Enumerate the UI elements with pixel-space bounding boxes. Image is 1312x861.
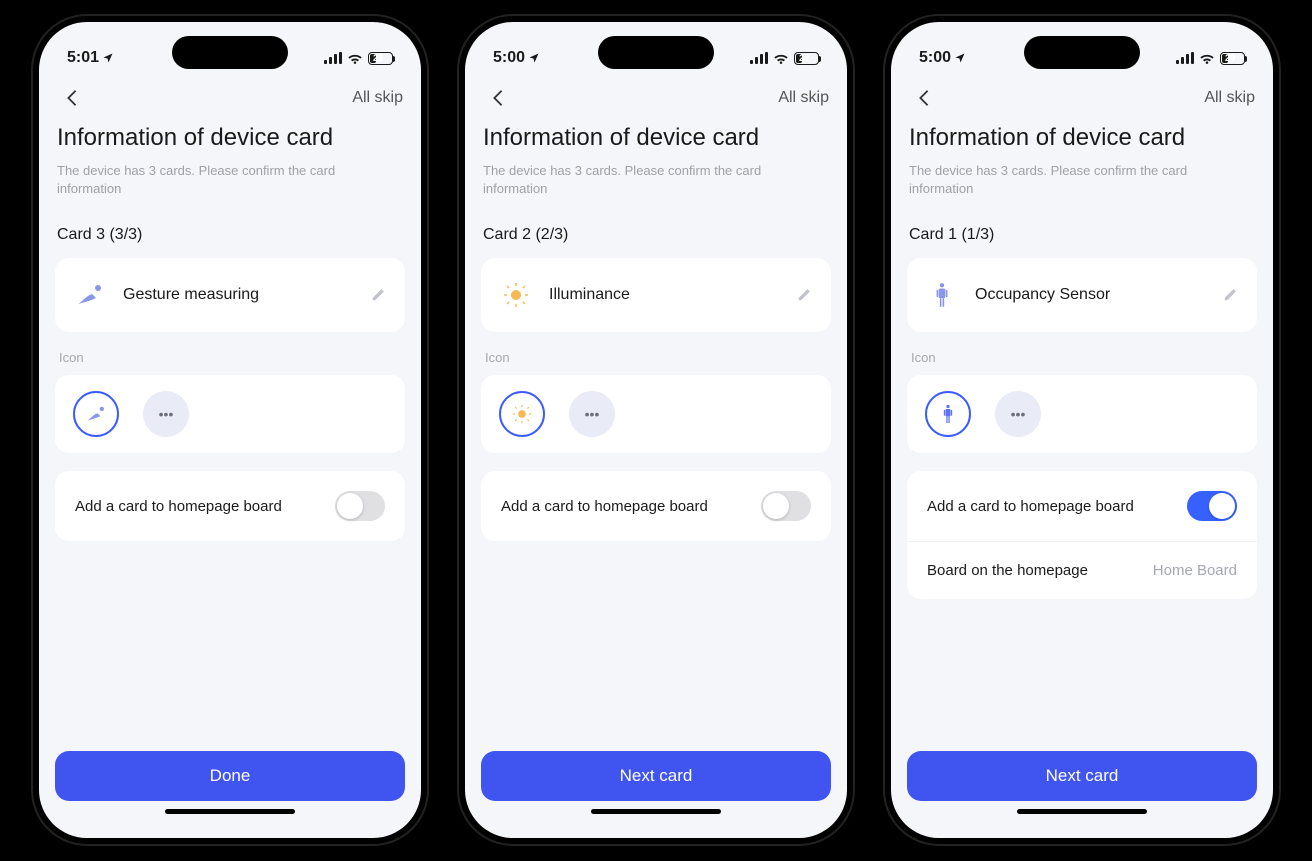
card-number-label: Card 1 (1/3) (907, 226, 1257, 244)
nav-bar: All skip (39, 76, 421, 120)
phone-screen: 5:01 29 All skip (39, 22, 421, 838)
device-name-label: Occupancy Sensor (975, 286, 1215, 304)
device-name-card[interactable]: Gesture measuring (55, 258, 405, 332)
device-name-label: Gesture measuring (123, 286, 363, 304)
card-number-label: Card 3 (3/3) (55, 226, 405, 244)
skip-button[interactable]: All skip (1204, 89, 1255, 107)
status-time: 5:00 (493, 49, 525, 67)
sun-icon (501, 280, 531, 310)
page-subtitle: The device has 3 cards. Please confirm t… (55, 162, 405, 198)
next-card-button[interactable]: Next card (907, 751, 1257, 801)
device-name-card[interactable]: Illuminance (481, 258, 831, 332)
phone-frame: 5:01 29 All skip (31, 14, 429, 846)
status-time: 5:00 (919, 49, 951, 67)
back-button[interactable] (909, 83, 939, 113)
settings-card: Add a card to homepage board (481, 471, 831, 541)
phone-screen: 5:00 29 All skip Information of device c… (465, 22, 847, 838)
phone-notch (1024, 36, 1140, 69)
page-title: Information of device card (55, 124, 405, 152)
wifi-icon (1199, 52, 1215, 64)
phone-screen: 5:00 29 All skip Information of device c… (891, 22, 1273, 838)
phone-notch (172, 36, 288, 69)
page-title: Information of device card (481, 124, 831, 152)
board-on-homepage-row[interactable]: Board on the homepage Home Board (907, 541, 1257, 599)
person-icon (927, 280, 957, 310)
cellular-icon (750, 52, 768, 64)
page-title: Information of device card (907, 124, 1257, 152)
board-label: Board on the homepage (927, 562, 1088, 579)
location-icon (954, 52, 966, 64)
add-to-homepage-row: Add a card to homepage board (907, 471, 1257, 541)
gesture-icon (75, 280, 105, 310)
add-to-homepage-row: Add a card to homepage board (481, 471, 831, 541)
cellular-icon (324, 52, 342, 64)
icon-option-more[interactable]: ••• (569, 391, 615, 437)
icon-selector-card: ••• (481, 375, 831, 453)
icon-option-person[interactable] (925, 391, 971, 437)
add-to-homepage-toggle[interactable] (335, 491, 385, 521)
icon-option-gesture[interactable] (73, 391, 119, 437)
home-indicator[interactable] (165, 809, 295, 814)
pencil-icon[interactable] (371, 288, 385, 302)
battery-icon: 29 (1220, 52, 1245, 65)
phone-frame: 5:00 29 All skip Information of device c… (457, 14, 855, 846)
battery-icon: 29 (794, 52, 819, 65)
pencil-icon[interactable] (797, 288, 811, 302)
nav-bar: All skip (465, 76, 847, 120)
status-time: 5:01 (67, 49, 99, 67)
icon-option-sun[interactable] (499, 391, 545, 437)
home-indicator[interactable] (1017, 809, 1147, 814)
wifi-icon (773, 52, 789, 64)
add-to-homepage-label: Add a card to homepage board (75, 498, 282, 515)
icon-option-more[interactable]: ••• (995, 391, 1041, 437)
icon-section-label: Icon (481, 350, 831, 365)
settings-card: Add a card to homepage board (55, 471, 405, 541)
home-indicator[interactable] (591, 809, 721, 814)
device-name-card[interactable]: Occupancy Sensor (907, 258, 1257, 332)
add-to-homepage-toggle[interactable] (761, 491, 811, 521)
icon-section-label: Icon (55, 350, 405, 365)
skip-button[interactable]: All skip (778, 89, 829, 107)
back-button[interactable] (57, 83, 87, 113)
icon-section-label: Icon (907, 350, 1257, 365)
wifi-icon (347, 52, 363, 64)
battery-icon: 29 (368, 52, 393, 65)
settings-card: Add a card to homepage board Board on th… (907, 471, 1257, 599)
board-value: Home Board (1153, 562, 1237, 579)
icon-selector-card: ••• (55, 375, 405, 453)
page-subtitle: The device has 3 cards. Please confirm t… (481, 162, 831, 198)
device-name-label: Illuminance (549, 286, 789, 304)
location-icon (528, 52, 540, 64)
pencil-icon[interactable] (1223, 288, 1237, 302)
page-subtitle: The device has 3 cards. Please confirm t… (907, 162, 1257, 198)
nav-bar: All skip (891, 76, 1273, 120)
phone-frame: 5:00 29 All skip Information of device c… (883, 14, 1281, 846)
icon-selector-card: ••• (907, 375, 1257, 453)
add-to-homepage-label: Add a card to homepage board (501, 498, 708, 515)
phone-notch (598, 36, 714, 69)
location-icon (102, 52, 114, 64)
cellular-icon (1176, 52, 1194, 64)
back-button[interactable] (483, 83, 513, 113)
card-number-label: Card 2 (2/3) (481, 226, 831, 244)
done-button[interactable]: Done (55, 751, 405, 801)
skip-button[interactable]: All skip (352, 89, 403, 107)
next-card-button[interactable]: Next card (481, 751, 831, 801)
add-to-homepage-row: Add a card to homepage board (55, 471, 405, 541)
add-to-homepage-toggle[interactable] (1187, 491, 1237, 521)
icon-option-more[interactable]: ••• (143, 391, 189, 437)
add-to-homepage-label: Add a card to homepage board (927, 498, 1134, 515)
